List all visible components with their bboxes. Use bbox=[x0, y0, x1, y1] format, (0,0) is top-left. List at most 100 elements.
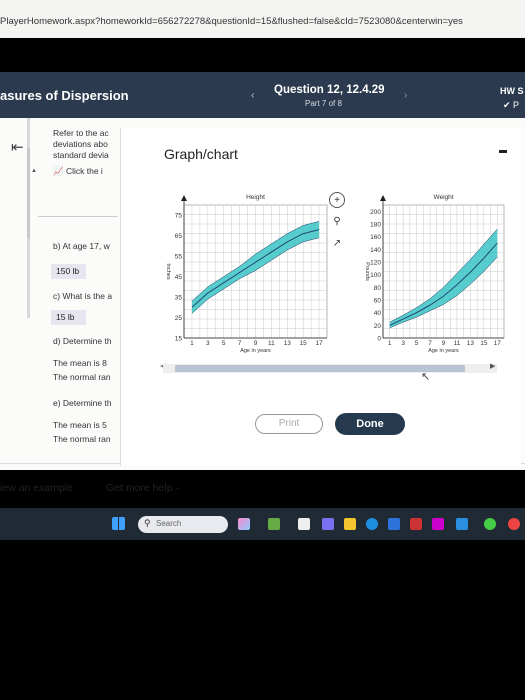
y-tick-label: 120 bbox=[370, 260, 381, 267]
x-axis-label: Age in years bbox=[428, 348, 459, 354]
section-title: asures of Dispersion bbox=[0, 88, 129, 103]
part-e-line-1: The mean is 5 bbox=[53, 420, 107, 430]
x-tick-label: 17 bbox=[315, 340, 323, 347]
zoom-in-icon[interactable]: + bbox=[329, 192, 345, 208]
intro-line-3: standard devia bbox=[53, 150, 109, 160]
divider bbox=[38, 216, 118, 217]
y-axis-arrow bbox=[181, 195, 187, 201]
graph-link-text: Click the i bbox=[65, 166, 103, 176]
next-question-icon[interactable]: › bbox=[404, 90, 407, 101]
charts-svg: 152535455565751 3 5 7 9 11 13 15 17HeightAge in … bbox=[165, 194, 505, 354]
chart-title: Height bbox=[246, 194, 265, 201]
assignment-header: asures of Dispersion ‹ Question 12, 12.4… bbox=[0, 72, 525, 118]
part-b-answer[interactable]: 150 lb bbox=[51, 264, 86, 279]
part-c-text: c) What is the a bbox=[53, 291, 113, 301]
y-tick-label: 0 bbox=[377, 336, 381, 343]
part-b-text: b) At age 17, w bbox=[53, 241, 110, 251]
edge-icon[interactable] bbox=[366, 518, 378, 530]
url-text: PlayerHomework.aspx?homeworkId=656272278… bbox=[0, 16, 463, 27]
app-icon-5[interactable] bbox=[508, 518, 520, 530]
collapse-left-icon[interactable]: ⇤ bbox=[11, 138, 24, 156]
question-title: Question 12, 12.4.29 bbox=[274, 84, 385, 96]
app-icon-2[interactable] bbox=[432, 518, 444, 530]
y-tick-label: 35 bbox=[175, 295, 183, 302]
y-axis-label: Inches bbox=[165, 263, 171, 279]
graph-chart-dialog: Graph/chart 15 25 35 45 55 65 75 1 3 5 7 9 11 13 15 17 H… bbox=[120, 128, 521, 466]
store-icon[interactable] bbox=[388, 518, 400, 530]
part-c-answer[interactable]: 15 lb bbox=[51, 310, 86, 325]
x-tick-label: 7 bbox=[238, 340, 242, 347]
x-tick-label: 11 bbox=[268, 340, 275, 347]
x-tick-label: 13 bbox=[284, 340, 292, 347]
x-tick-label: 11 bbox=[454, 340, 461, 347]
x-tick-label: 13 bbox=[467, 340, 475, 347]
left-scrollbar-thumb[interactable] bbox=[27, 148, 30, 238]
chart-title: Weight bbox=[433, 194, 453, 201]
app-icon-1[interactable] bbox=[268, 518, 280, 530]
windows-taskbar: ⚲ Search bbox=[0, 508, 525, 540]
y-tick-label: 20 bbox=[374, 323, 382, 330]
y-tick-label: 100 bbox=[370, 272, 381, 279]
part-d-line-2: The normal ran bbox=[53, 372, 111, 382]
search-icon: ⚲ bbox=[144, 518, 151, 528]
view-example-link[interactable]: iew an example bbox=[0, 482, 73, 494]
question-part: Part 7 of 8 bbox=[305, 99, 342, 108]
scroll-up-arrow-icon[interactable]: ▲ bbox=[31, 168, 37, 174]
weight-chart: 0204060801001201401601802001 3 5 7 9 11 13 15 17… bbox=[364, 194, 505, 354]
chart-icon: 📈 bbox=[53, 166, 64, 176]
y-tick-label: 55 bbox=[175, 254, 183, 261]
taskbar-search-text: Search bbox=[156, 519, 182, 528]
app-icon-4[interactable] bbox=[484, 518, 496, 530]
prev-question-icon[interactable]: ‹ bbox=[251, 90, 254, 101]
y-tick-label: 40 bbox=[374, 310, 382, 317]
x-tick-label: 1 bbox=[190, 340, 194, 347]
task-view-icon[interactable] bbox=[298, 518, 310, 530]
x-axis-label: Age in years bbox=[240, 348, 271, 354]
graph-link[interactable]: 📈 Click the i bbox=[53, 166, 121, 177]
x-tick-label: 9 bbox=[254, 340, 258, 347]
hw-score-label: HW S bbox=[500, 86, 524, 96]
open-new-window-icon[interactable]: ↗ bbox=[329, 236, 345, 252]
get-more-help-link[interactable]: Get more help - bbox=[106, 482, 179, 494]
part-e-text: e) Determine th bbox=[53, 398, 112, 408]
horizontal-scrollbar[interactable] bbox=[163, 364, 497, 373]
app-icon-3[interactable] bbox=[456, 518, 468, 530]
scroll-right-arrow-icon[interactable]: ▶ bbox=[490, 362, 495, 370]
hw-score-sub: ✔ P bbox=[503, 100, 520, 110]
mcafee-icon[interactable] bbox=[410, 518, 422, 530]
x-tick-label: 17 bbox=[494, 340, 502, 347]
print-button[interactable]: Print bbox=[255, 414, 323, 434]
x-tick-label: 15 bbox=[300, 340, 308, 347]
part-e-line-2: The normal ran bbox=[53, 434, 111, 444]
y-tick-label: 140 bbox=[370, 247, 381, 254]
y-tick-label: 60 bbox=[374, 298, 382, 305]
mouse-cursor-icon: ↖ bbox=[421, 371, 431, 383]
teams-icon[interactable] bbox=[322, 518, 334, 530]
x-tick-label: 15 bbox=[480, 340, 488, 347]
done-button[interactable]: Done bbox=[335, 413, 405, 435]
intro-line-1: Refer to the ac bbox=[53, 128, 109, 138]
x-tick-label: 3 bbox=[401, 340, 405, 347]
part-d-text: d) Determine th bbox=[53, 336, 112, 346]
y-axis-arrow bbox=[380, 195, 386, 201]
zoom-out-icon[interactable]: ⚲ bbox=[329, 214, 345, 230]
y-tick-label: 25 bbox=[175, 315, 183, 322]
y-tick-label: 15 bbox=[175, 336, 183, 343]
x-tick-label: 7 bbox=[428, 340, 432, 347]
y-axis-label: Pounds bbox=[364, 262, 370, 281]
start-menu-icon[interactable] bbox=[112, 517, 125, 530]
y-tick-label: 80 bbox=[374, 285, 382, 292]
left-scrollbar[interactable] bbox=[27, 118, 30, 318]
browser-url-bar[interactable]: PlayerHomework.aspx?homeworkId=656272278… bbox=[0, 0, 525, 38]
hw-sub-text: P bbox=[513, 100, 520, 110]
widgets-icon[interactable] bbox=[238, 518, 250, 530]
x-tick-label: 5 bbox=[415, 340, 419, 347]
part-d-line-1: The mean is 8 bbox=[53, 358, 107, 368]
x-tick-label: 3 bbox=[206, 340, 210, 347]
taskbar-search[interactable]: ⚲ Search bbox=[138, 516, 228, 533]
y-tick-label: 200 bbox=[370, 209, 381, 216]
file-explorer-icon[interactable] bbox=[344, 518, 356, 530]
height-chart: 152535455565751 3 5 7 9 11 13 15 17HeightAge in … bbox=[165, 194, 328, 354]
x-tick-label: 5 bbox=[222, 340, 226, 347]
x-tick-label: 1 bbox=[388, 340, 392, 347]
